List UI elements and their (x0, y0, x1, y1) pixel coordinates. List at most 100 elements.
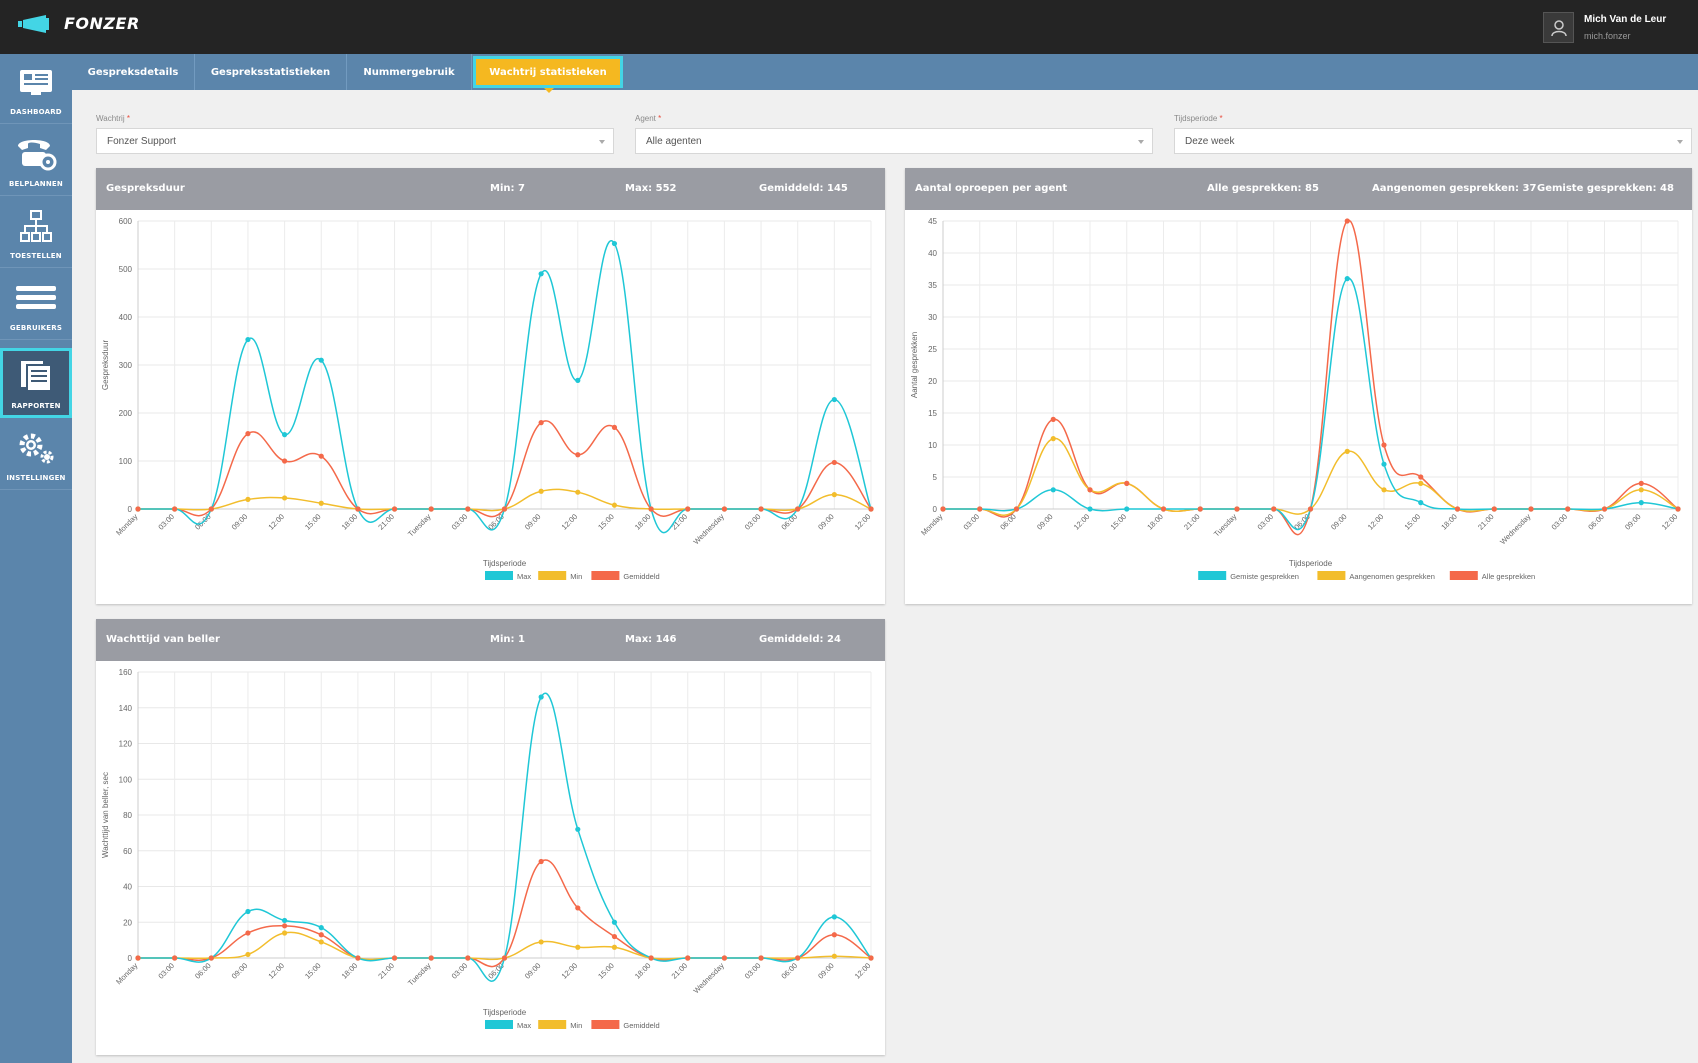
data-point (318, 939, 324, 945)
legend-swatch (485, 571, 513, 580)
stat-avg: Gemiddeld: 24 (759, 634, 841, 645)
data-point (355, 955, 361, 961)
data-point (208, 955, 214, 961)
x-tick-label: 09:00 (230, 961, 250, 981)
network-icon (20, 210, 52, 242)
stat-answered: Aangenomen gesprekken: 37 (1372, 183, 1537, 194)
sidebar-item-belplannen[interactable]: BELPLANNEN (0, 126, 72, 196)
sidebar-item-label: DASHBOARD (10, 108, 62, 116)
data-point (831, 396, 837, 403)
data-point (1013, 506, 1020, 512)
data-point (1565, 506, 1571, 512)
data-point (1381, 461, 1387, 467)
y-tick-label: 20 (123, 918, 132, 927)
x-tick-label: 12:00 (266, 961, 286, 981)
gears-icon (19, 433, 54, 464)
data-point (611, 933, 618, 940)
x-tick-label: 21:00 (1476, 512, 1496, 532)
avatar[interactable] (1543, 12, 1574, 43)
legend-swatch (591, 1020, 620, 1029)
y-tick-label: 40 (928, 249, 937, 258)
panel-title: Wachttijd van beller (106, 634, 220, 645)
data-point (1528, 506, 1534, 512)
period-select[interactable]: Deze week (1174, 128, 1692, 154)
data-point (1344, 218, 1350, 224)
data-point (282, 432, 288, 438)
data-point (501, 506, 508, 512)
data-point (685, 506, 691, 512)
x-tick-label: 12:00 (266, 512, 286, 532)
x-tick-label: 03:00 (156, 961, 176, 981)
x-tick-label: 09:00 (1623, 512, 1643, 532)
panel-title: Aantal oproepen per agent (915, 183, 1068, 194)
sidebar-item-instellingen[interactable]: INSTELLINGEN (0, 420, 72, 490)
queue-select[interactable]: Fonzer Support (96, 128, 614, 154)
data-point (1087, 506, 1093, 512)
data-point (318, 500, 324, 506)
app-logo[interactable]: FONZER (18, 14, 140, 33)
y-tick-label: 100 (119, 775, 133, 784)
tab-gespreksstatistieken[interactable]: Gespreksstatistieken (195, 54, 347, 90)
legend-swatch (485, 1020, 513, 1029)
tab-bar: Gespreksdetails Gespreksstatistieken Num… (72, 54, 1698, 90)
x-tick-label: 12:00 (560, 961, 580, 981)
x-tick-label: 03:00 (450, 961, 470, 981)
x-tick-label: 18:00 (340, 512, 360, 532)
sidebar-item-toestellen[interactable]: TOESTELLEN (0, 198, 72, 268)
tab-wachtrij-statistieken[interactable]: Wachtrij statistieken (473, 56, 623, 88)
data-point (538, 858, 544, 865)
data-point (282, 495, 288, 501)
stat-max: Max: 552 (625, 183, 677, 194)
data-point (538, 694, 544, 700)
x-tick-label: Wednesday (1498, 512, 1532, 546)
tab-nummergebruik[interactable]: Nummergebruik (347, 54, 472, 90)
user-menu[interactable]: Mich Van de Leur mich.fonzer (1543, 12, 1666, 43)
legend-swatch (591, 571, 620, 580)
data-point (538, 420, 544, 426)
x-tick-label: 15:00 (1109, 512, 1129, 532)
sidebar-item-label: TOESTELLEN (10, 252, 62, 260)
tab-gespreksdetails[interactable]: Gespreksdetails (72, 54, 195, 90)
data-point (245, 951, 251, 958)
x-tick-label: 15:00 (1403, 512, 1423, 532)
sidebar-item-gebruikers[interactable]: GEBRUIKERS (0, 270, 72, 340)
data-point (1675, 506, 1681, 512)
y-tick-label: 40 (123, 883, 132, 892)
y-tick-label: 25 (928, 345, 937, 354)
x-tick-label: 03:00 (743, 961, 763, 981)
y-tick-label: 160 (119, 668, 133, 677)
data-point (282, 458, 288, 464)
x-tick-label: 06:00 (779, 512, 799, 532)
sidebar-item-dashboard[interactable]: DASHBOARD (0, 54, 72, 124)
x-tick-label: 15:00 (303, 961, 323, 981)
legend-swatch (538, 1020, 567, 1029)
data-point (282, 930, 288, 936)
data-point (1197, 506, 1203, 512)
x-tick-label: 03:00 (1550, 512, 1570, 532)
data-point (245, 908, 251, 915)
x-tick-label: 12:00 (560, 512, 580, 532)
data-point (977, 506, 983, 512)
agent-select[interactable]: Alle agenten (635, 128, 1153, 154)
sidebar-item-rapporten[interactable]: RAPPORTEN (0, 348, 72, 418)
x-tick-label: 12:00 (853, 512, 873, 532)
data-point (501, 955, 508, 961)
data-point (538, 271, 544, 277)
sidebar-item-label: INSTELLINGEN (6, 474, 66, 482)
chevron-down-icon (1138, 140, 1144, 144)
x-tick-label: 09:00 (523, 961, 543, 981)
y-tick-label: 60 (123, 847, 132, 856)
legend-swatch (1317, 571, 1346, 580)
duration-panel-header: Gespreksduur Min: 7 Max: 552 Gemiddeld: … (96, 168, 885, 210)
chevron-down-icon (1677, 140, 1683, 144)
x-axis-label: Tijdsperiode (483, 1008, 527, 1017)
menu-icon (16, 286, 56, 309)
calls-panel-header: Aantal oproepen per agent Alle gesprekke… (905, 168, 1692, 210)
data-point (611, 919, 618, 925)
panel-title: Gespreksduur (106, 183, 185, 194)
data-point (648, 955, 654, 961)
data-point (575, 944, 581, 950)
x-tick-label: 15:00 (596, 512, 616, 532)
x-axis-label: Tijdsperiode (483, 559, 527, 568)
user-username: mich.fonzer (1584, 31, 1631, 41)
